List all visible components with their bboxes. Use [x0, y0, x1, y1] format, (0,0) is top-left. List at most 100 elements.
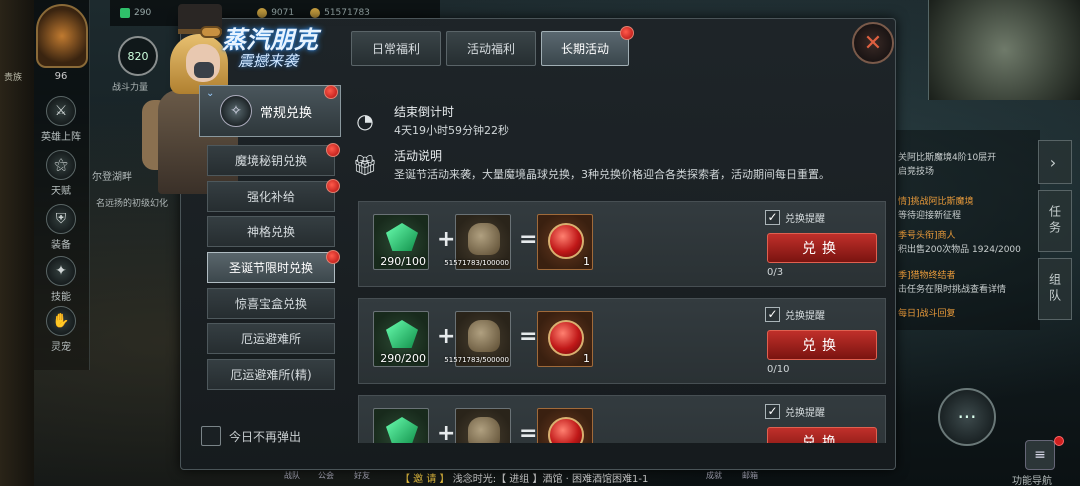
remind-checkbox[interactable]: ✓ — [765, 210, 780, 225]
tab-team[interactable]: 组队 — [1038, 258, 1072, 320]
gem-count: 290/100 — [380, 255, 426, 268]
gold-resource: 9071 — [257, 8, 294, 18]
remind-label: 兑换提醒 — [785, 311, 825, 322]
tab-event-welfare[interactable]: 活动福利 — [446, 31, 536, 66]
quest-line: 情]挑战阿比斯魔境 — [898, 197, 974, 207]
no-popup-toggle[interactable]: 今日不再弹出 — [201, 426, 301, 446]
gem-item[interactable]: 290/100 — [373, 214, 429, 270]
gold-item[interactable] — [455, 408, 511, 443]
player-avatar[interactable] — [36, 4, 88, 68]
countdown-value: 4天19小时59分钟22秒 — [394, 124, 509, 137]
nav-hero-label: 英雄上阵 — [41, 132, 81, 143]
side-item-christmas-exchange[interactable]: 圣诞节限时兑换 — [207, 252, 335, 283]
gold-bag-icon — [468, 223, 500, 255]
exchange-button[interactable]: 兑换 — [767, 233, 877, 263]
exchange-button[interactable]: 兑换 — [767, 427, 877, 443]
gold-bag-icon — [468, 417, 500, 443]
nav-talent[interactable]: ⚝ 天赋 — [40, 150, 82, 197]
gold-item[interactable]: 51571783/100000 — [444, 214, 511, 270]
reward-item[interactable]: 1 — [537, 311, 593, 367]
menu-icon: ≡ — [1025, 440, 1055, 470]
side-category-regular-exchange[interactable]: ⌄ ✧ 常规兑换 — [199, 85, 341, 137]
gem-item[interactable]: 290/200 — [373, 311, 429, 367]
left-edge-strip: 贵族 — [0, 0, 34, 486]
nav-skill[interactable]: ✦ 技能 — [40, 256, 82, 303]
quest-line: 每日]战斗回复 — [898, 309, 956, 319]
nav-talent-label: 天赋 — [51, 186, 71, 197]
coin-amount: 51571783 — [324, 8, 370, 18]
chat-message: 浅念时光:【 进组 】酒馆 · 困难酒馆困难1-1 — [452, 474, 649, 485]
chat-icon[interactable]: ··· — [938, 388, 996, 446]
side-item-doom-shelter-elite[interactable]: 厄运避难所(精) — [207, 359, 335, 390]
expand-arrow-icon[interactable]: › — [1038, 140, 1072, 184]
armor-icon: ⛨ — [46, 204, 76, 234]
scroll-clip: + = ✓ 兑换提醒 兑换 — [358, 395, 886, 443]
side-item-enhance-supply[interactable]: 强化补给 — [207, 181, 335, 212]
exchange-button[interactable]: 兑换 — [767, 330, 877, 360]
gem-icon — [386, 223, 418, 251]
remind-checkbox[interactable]: ✓ — [765, 404, 780, 419]
exchange-limit: 0/3 — [767, 267, 784, 278]
gold-count: 51571783/100000 — [444, 259, 509, 267]
remind-toggle[interactable]: ✓ 兑换提醒 — [765, 210, 825, 225]
red-orb-icon — [548, 223, 584, 259]
gem-count: 290/200 — [380, 352, 426, 365]
side-item-surprise-box[interactable]: 惊喜宝盒兑换 — [207, 288, 335, 319]
exchange-limit: 0/10 — [767, 364, 790, 375]
gold-count: 51571783/500000 — [444, 356, 509, 364]
function-nav-label: 功能导航 — [1012, 476, 1052, 486]
chat-ticker[interactable]: 【 邀 请 】 浅念时光:【 进组 】酒馆 · 困难酒馆困难1-1 — [400, 470, 700, 486]
red-orb-icon — [548, 320, 584, 356]
notification-dot — [1054, 436, 1064, 446]
plus-sign: + — [437, 324, 456, 349]
coin-icon — [310, 8, 321, 18]
gem-item[interactable] — [373, 408, 429, 443]
vip-label[interactable]: 贵族 — [4, 70, 22, 83]
gold-item[interactable]: 51571783/500000 — [444, 311, 511, 367]
gem-icon — [386, 320, 418, 348]
gem-icon — [120, 8, 130, 18]
remind-toggle[interactable]: ✓ 兑换提醒 — [765, 404, 825, 419]
function-nav-button[interactable]: ≡ — [1012, 436, 1068, 472]
quest-line: 击任务在限时挑战查看详情 — [898, 285, 1007, 295]
reward-count: 1 — [583, 255, 590, 268]
countdown-title: 结束倒计时 — [394, 105, 455, 119]
minimap[interactable] — [928, 0, 1080, 100]
event-subtitle: 震撼来袭 — [238, 52, 299, 70]
exchange-row: 290/100 + 51571783/100000 = 1 ✓ 兑换提醒 兑换 … — [358, 201, 886, 287]
exchange-row: + = ✓ 兑换提醒 兑换 — [358, 395, 886, 443]
remind-checkbox[interactable]: ✓ — [765, 307, 780, 322]
plus-sign: + — [437, 421, 456, 443]
nav-hero[interactable]: ⚔ 英雄上阵 — [40, 96, 82, 143]
nav-armor[interactable]: ⛨ 装备 — [40, 204, 82, 251]
close-icon[interactable]: ✕ — [852, 22, 894, 64]
gold-bag-icon — [468, 320, 500, 352]
bottom-btn-achievements[interactable]: 成就 — [706, 470, 722, 481]
bottom-btn-guild[interactable]: 公会 — [318, 470, 334, 481]
emblem-icon: ✧ — [220, 95, 252, 127]
side-item-divinity-exchange[interactable]: 神格兑换 — [207, 216, 335, 247]
tab-notification-dot — [620, 26, 634, 40]
side-item-doom-shelter[interactable]: 厄运避难所 — [207, 323, 335, 354]
nav-pet[interactable]: ✋ 灵宠 — [40, 306, 82, 353]
reward-count: 1 — [583, 352, 590, 365]
talent-icon: ⚝ — [46, 150, 76, 180]
hero-icon: ⚔ — [46, 96, 76, 126]
remind-toggle[interactable]: ✓ 兑换提醒 — [765, 307, 825, 322]
tab-long-term-event[interactable]: 长期活动 — [541, 31, 629, 66]
bottom-btn-mail[interactable]: 邮箱 — [742, 470, 758, 481]
no-popup-checkbox[interactable] — [201, 426, 221, 446]
coin-resource: 51571783 — [310, 8, 370, 18]
side-item-key-exchange[interactable]: 魔境秘钥兑换 — [207, 145, 335, 176]
bottom-btn-team[interactable]: 战队 — [284, 470, 300, 481]
bottom-btn-friends[interactable]: 好友 — [354, 470, 370, 481]
equals-sign: = — [519, 227, 538, 252]
reward-item[interactable] — [537, 408, 593, 443]
exchange-row: 290/200 + 51571783/500000 = 1 ✓ 兑换提醒 兑换 … — [358, 298, 886, 384]
nav-armor-label: 装备 — [51, 240, 71, 251]
tab-quests[interactable]: 任务 — [1038, 190, 1072, 252]
item-notification-dot — [326, 143, 340, 157]
world-npc-text: 名远扬的初级幻化 — [96, 199, 169, 209]
reward-item[interactable]: 1 — [537, 214, 593, 270]
tab-daily-welfare[interactable]: 日常福利 — [351, 31, 441, 66]
